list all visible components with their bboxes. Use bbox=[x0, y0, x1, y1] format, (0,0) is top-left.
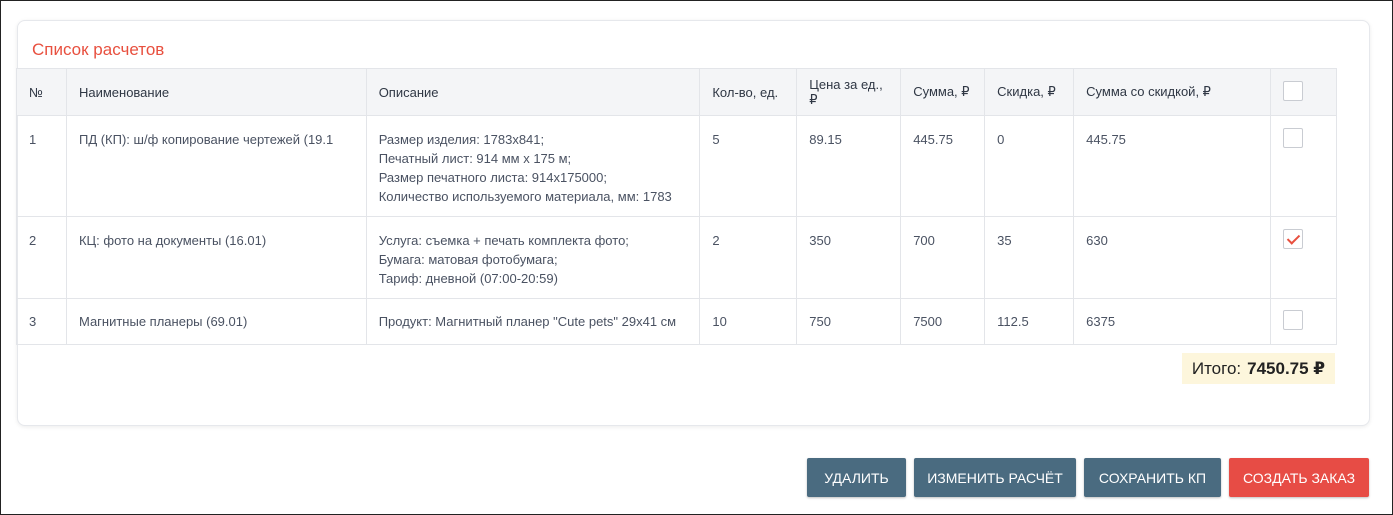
col-header-description: Описание bbox=[365, 68, 701, 116]
table-header-row: № Наименование Описание Кол-во, ед. Цена… bbox=[16, 68, 1338, 116]
row-sum: 700 bbox=[900, 216, 986, 299]
description-line: Тариф: дневной (07:00-20:59) bbox=[378, 271, 558, 286]
calculations-table: № Наименование Описание Кол-во, ед. Цена… bbox=[16, 68, 1338, 345]
row-description: Услуга: съемка + печать комплекта фото; … bbox=[365, 216, 701, 299]
row-sum-discounted: 630 bbox=[1073, 216, 1271, 299]
select-all-checkbox[interactable] bbox=[1282, 80, 1303, 101]
col-header-sum-discounted: Сумма со скидкой, ₽ bbox=[1073, 68, 1271, 116]
row-discount: 0 bbox=[984, 115, 1075, 217]
total-value: 7450.75 ₽ bbox=[1247, 358, 1326, 378]
description-line: Печатный лист: 914 мм x 175 м; bbox=[378, 151, 572, 166]
col-header-name: Наименование bbox=[65, 68, 367, 116]
col-header-qty: Кол-во, ед. bbox=[699, 68, 798, 116]
row-num: 2 bbox=[16, 216, 67, 299]
row-checkbox[interactable] bbox=[1282, 128, 1303, 148]
total-label: Итого: bbox=[1191, 358, 1242, 378]
table-row: 3 Магнитные планеры (69.01) Продукт: Маг… bbox=[16, 298, 1338, 345]
row-name: ПД (КП): ш/ф копирование чертежей (19.1 bbox=[65, 115, 367, 217]
table-row: 1 ПД (КП): ш/ф копирование чертежей (19.… bbox=[16, 115, 1338, 217]
row-description: Размер изделия: 1783x841; Печатный лист:… bbox=[365, 115, 701, 217]
table-row: 2 КЦ: фото на документы (16.01) Услуга: … bbox=[16, 216, 1338, 299]
delete-button[interactable]: Удалить bbox=[807, 458, 906, 497]
row-num: 1 bbox=[16, 115, 67, 217]
col-header-discount: Скидка, ₽ bbox=[984, 68, 1075, 116]
row-select-cell bbox=[1269, 298, 1338, 345]
row-price: 350 bbox=[796, 216, 902, 299]
description-line: Услуга: съемка + печать комплекта фото; bbox=[378, 233, 629, 248]
row-price: 89.15 bbox=[796, 115, 902, 217]
row-name: Магнитные планеры (69.01) bbox=[65, 298, 367, 345]
col-header-sum: Сумма, ₽ bbox=[900, 68, 986, 116]
total-box: Итого: 7450.75 ₽ bbox=[1182, 353, 1335, 384]
row-sum: 445.75 bbox=[900, 115, 986, 217]
section-title: Список расчетов bbox=[32, 40, 165, 59]
row-select-cell bbox=[1269, 115, 1338, 217]
row-sum-discounted: 445.75 bbox=[1073, 115, 1271, 217]
select-all-cell bbox=[1269, 68, 1338, 116]
row-discount: 112.5 bbox=[984, 298, 1075, 345]
row-checkbox[interactable] bbox=[1282, 229, 1303, 249]
description-line: Продукт: Магнитный планер "Cute pets" 29… bbox=[378, 314, 677, 329]
row-description: Продукт: Магнитный планер "Cute pets" 29… bbox=[365, 298, 701, 345]
row-qty: 5 bbox=[699, 115, 798, 217]
edit-calculation-button[interactable]: Изменить расчёт bbox=[914, 458, 1076, 497]
row-qty: 10 bbox=[699, 298, 798, 345]
col-header-price: Цена за ед., ₽ bbox=[796, 68, 902, 116]
row-num: 3 bbox=[16, 298, 67, 345]
row-sum-discounted: 6375 bbox=[1073, 298, 1271, 345]
row-sum: 7500 bbox=[900, 298, 986, 345]
description-line: Размер изделия: 1783x841; bbox=[378, 132, 545, 147]
col-header-num: № bbox=[16, 68, 67, 116]
save-offer-button[interactable]: Сохранить КП bbox=[1084, 458, 1221, 497]
row-discount: 35 bbox=[984, 216, 1075, 299]
row-select-cell bbox=[1269, 216, 1338, 299]
description-line: Бумага: матовая фотобумага; bbox=[378, 252, 558, 267]
description-line: Количество используемого материала, мм: … bbox=[378, 189, 672, 204]
description-line: Размер печатного листа: 914x175000; bbox=[378, 170, 607, 185]
create-order-button[interactable]: Создать заказ bbox=[1229, 458, 1369, 497]
row-qty: 2 bbox=[699, 216, 798, 299]
row-price: 750 bbox=[796, 298, 902, 345]
row-checkbox[interactable] bbox=[1282, 310, 1303, 330]
row-name: КЦ: фото на документы (16.01) bbox=[65, 216, 367, 299]
